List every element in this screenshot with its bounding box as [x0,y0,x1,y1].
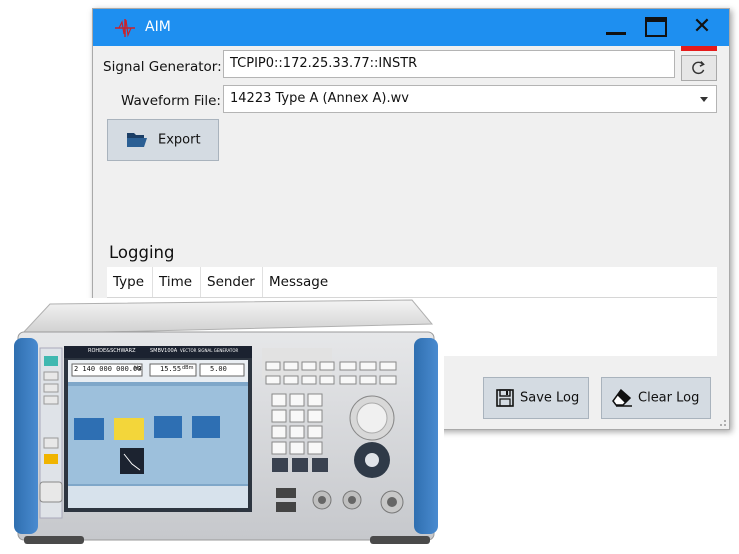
eraser-icon [612,388,632,407]
folder-open-icon [127,133,147,147]
signal-generator-value: TCPIP0::172.25.33.77::INSTR [230,56,418,71]
save-log-label: Save Log [520,390,580,406]
export-button[interactable]: Export [107,119,219,161]
instrument-brand: ROHDE&SCHWARZ [88,348,136,354]
refresh-icon [692,61,705,75]
waveform-file-label: Waveform File: [121,93,221,109]
log-table-header: Type Time Sender Message [107,267,717,298]
title-bar[interactable]: AIM ✕ [93,9,729,46]
instrument-frequency: 2 140 000 000.00 [74,365,142,373]
signal-generator-label: Signal Generator: [103,59,222,75]
instrument-level-unit: dBm [182,365,194,371]
column-message[interactable]: Message [263,267,717,297]
app-logo-icon [115,19,135,38]
signal-generator-input[interactable]: TCPIP0::172.25.33.77::INSTR [223,50,675,78]
clear-log-label: Clear Log [638,390,700,406]
export-label: Export [158,132,201,148]
resize-grip-icon[interactable] [717,417,727,427]
column-time[interactable]: Time [153,267,201,297]
instrument-bottom-label: 1 GHz 100 MHz [206,508,237,513]
instrument-pep: 5.00 [210,365,227,373]
instrument-subtitle: VECTOR SIGNAL GENERATOR [180,348,239,353]
waveform-file-select[interactable]: 14223 Type A (Annex A).wv [223,85,717,113]
instrument-model: SMBV100A [150,348,178,354]
window-title: AIM [145,19,171,35]
maximize-icon[interactable] [643,15,669,39]
floppy-disk-icon [496,389,514,407]
status-indicator [681,46,717,51]
save-log-button[interactable]: Save Log [483,377,589,419]
column-sender[interactable]: Sender [201,267,263,297]
dropdown-arrow-icon[interactable] [700,97,708,102]
instrument-level: 15.55 [160,365,182,373]
column-type[interactable]: Type [107,267,153,297]
minimize-icon[interactable] [603,15,629,39]
clear-log-button[interactable]: Clear Log [601,377,711,419]
instrument-photo: ROHDE&SCHWARZ SMBV100A VECTOR SIGNAL GEN… [0,298,444,550]
waveform-file-value: 14223 Type A (Annex A).wv [230,91,409,106]
instrument-freq-unit: Hz [134,365,142,372]
close-icon[interactable]: ✕ [689,15,715,39]
logging-title: Logging [109,243,175,262]
refresh-button[interactable] [681,55,717,81]
